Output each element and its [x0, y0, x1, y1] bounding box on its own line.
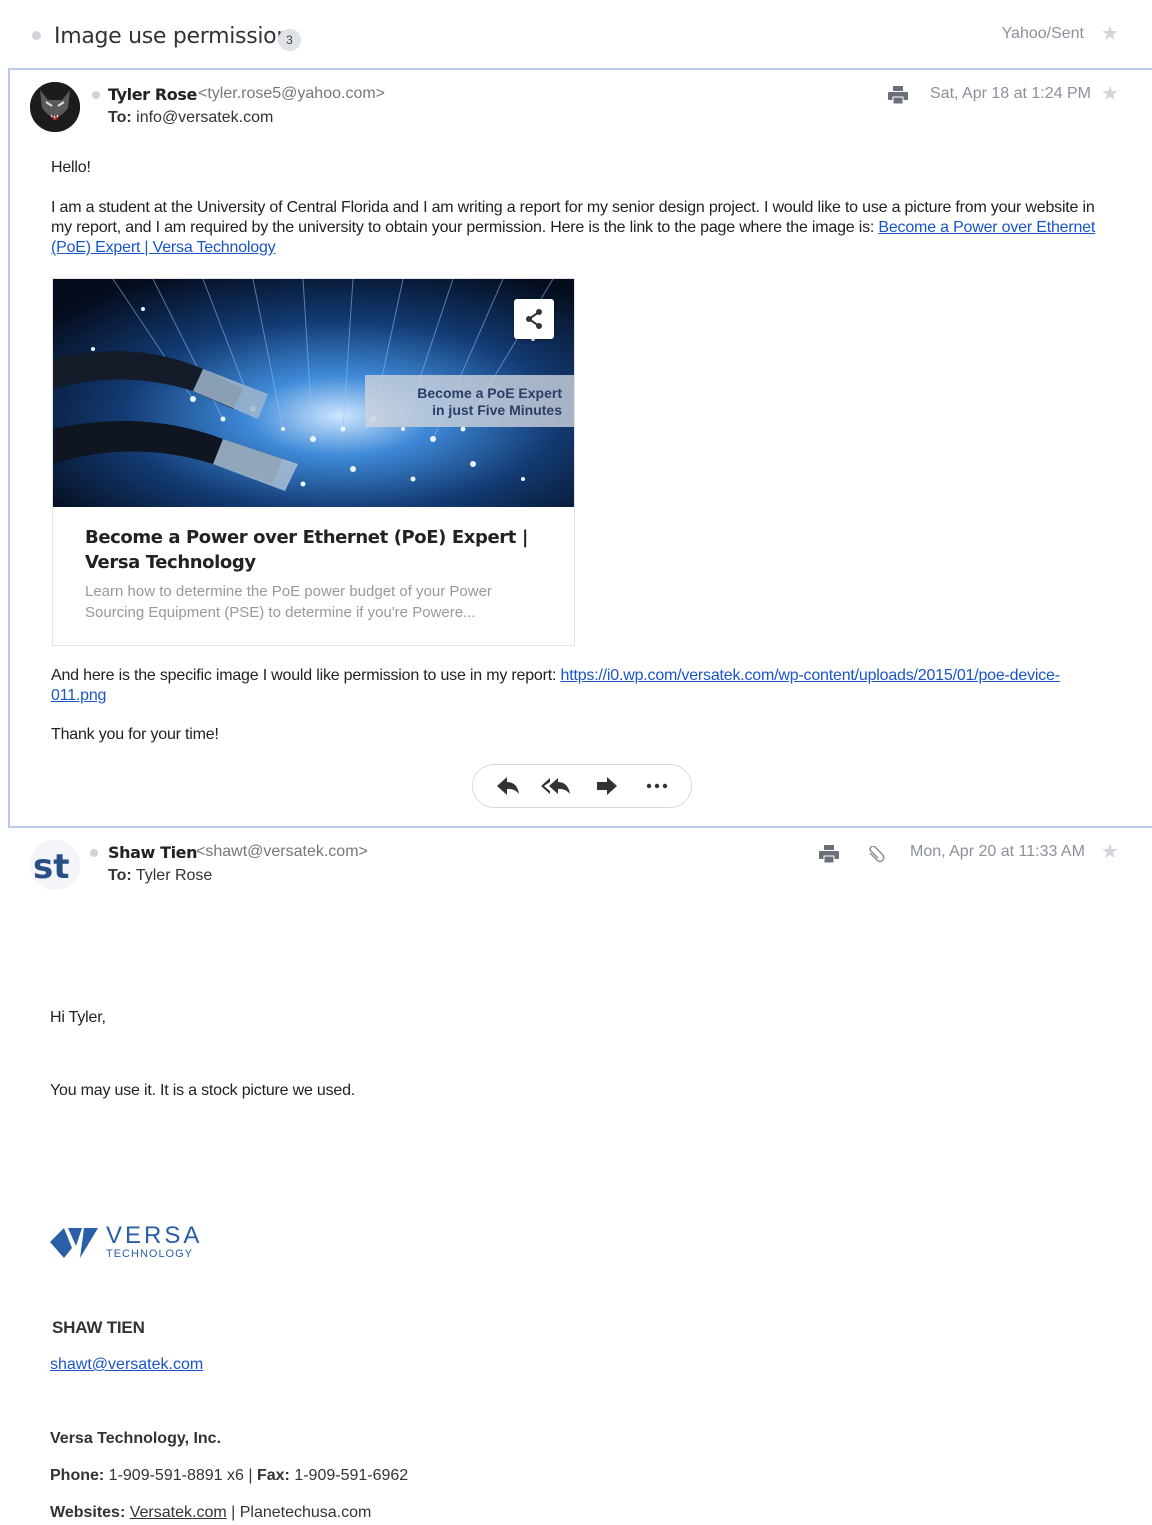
preview-title[interactable]: Become a Power over Ethernet (PoE) Exper… [85, 525, 545, 575]
paragraph-text: And here is the specific image I would l… [51, 667, 557, 684]
wolf-avatar-image [30, 82, 80, 132]
ellipsis-icon [646, 783, 668, 789]
phone-label: Phone: [50, 1467, 105, 1484]
star-icon[interactable]: ★ [1100, 842, 1120, 862]
logo-wordmark: VERSA [106, 1222, 203, 1249]
more-options-button[interactable] [637, 765, 677, 807]
star-icon[interactable]: ★ [1100, 84, 1120, 104]
message-action-bar [472, 764, 692, 808]
to-label: To: [108, 867, 132, 884]
recipient-name: Tyler Rose [135, 867, 213, 884]
svg-text:st: st [33, 847, 70, 887]
website-planetechusa: Planetechusa.com [239, 1504, 372, 1521]
websites-label: Websites: [50, 1504, 126, 1521]
st-logo-avatar: st [30, 840, 80, 890]
sender-name[interactable]: Tyler Rose [108, 85, 197, 104]
website-link-versatek[interactable]: Versatek.com [130, 1504, 227, 1521]
message-date: Sat, Apr 18 at 1:24 PM [930, 85, 1091, 102]
to-label: To: [108, 109, 132, 126]
forward-icon [597, 777, 617, 795]
print-icon[interactable] [819, 845, 839, 864]
phone-value: 1-909-591-8891 x6 [108, 1467, 244, 1484]
recipient-line: To: Tyler Rose [108, 867, 212, 885]
share-button[interactable] [514, 299, 554, 339]
presence-indicator [90, 849, 98, 857]
thread-header: Image use permission 3 Yahoo/Sent ★ [0, 0, 1152, 68]
preview-image[interactable]: Become a PoE Expert in just Five Minutes [53, 279, 574, 507]
banner-line-1: Become a PoE Expert [417, 385, 562, 401]
reply-all-icon [541, 778, 570, 794]
sender-email: <shawt@versatek.com> [196, 843, 368, 860]
preview-description: Learn how to determine the PoE power bud… [85, 583, 492, 621]
forward-button[interactable] [587, 765, 627, 807]
versa-technology-logo: VERSA TECHNOLOGY [50, 1222, 220, 1264]
sender-avatar [30, 82, 80, 132]
attachment-icon[interactable] [866, 845, 886, 864]
fax-label: Fax: [256, 1467, 290, 1484]
logo-subtext: TECHNOLOGY [106, 1248, 194, 1260]
message-count-badge: 3 [278, 29, 301, 51]
message-shaw-tien[interactable]: st Shaw Tien <shawt@versatek.com> To: Ty… [0, 828, 1152, 1525]
separator: | [231, 1504, 236, 1521]
sender-name[interactable]: Shaw Tien [108, 843, 198, 862]
unread-indicator [32, 31, 41, 40]
recipient-email: info@versatek.com [136, 109, 274, 126]
link-preview-card[interactable]: Become a PoE Expert in just Five Minutes… [52, 278, 575, 646]
image-banner-text: Become a PoE Expert in just Five Minutes [365, 375, 574, 427]
sender-email: <tyler.rose5@yahoo.com> [198, 85, 386, 102]
greeting: Hi Tyler, [50, 1009, 106, 1026]
body-paragraph-2: And here is the specific image I would l… [51, 666, 1111, 706]
signature-websites: Websites: Versatek.com | Planetechusa.co… [50, 1504, 371, 1522]
sender-avatar: st [30, 840, 80, 890]
greeting: Hello! [51, 159, 91, 176]
closing-line: Thank you for your time! [51, 726, 219, 743]
signature-name: SHAW TIEN [52, 1318, 145, 1337]
body-paragraph: You may use it. It is a stock picture we… [50, 1082, 356, 1099]
banner-line-2: in just Five Minutes [432, 402, 562, 418]
body-paragraph: I am a student at the University of Cent… [51, 198, 1101, 258]
signature-phone-fax: Phone: 1-909-591-8891 x6 | Fax: 1-909-59… [50, 1467, 408, 1485]
fax-value: 1-909-591-6962 [294, 1467, 409, 1484]
folder-label[interactable]: Yahoo/Sent [1002, 25, 1084, 43]
signature-email-link[interactable]: shawt@versatek.com [50, 1356, 203, 1374]
message-tyler-rose[interactable]: Tyler Rose <tyler.rose5@yahoo.com> To: i… [8, 68, 1152, 828]
reply-icon [497, 777, 519, 795]
signature-company: Versa Technology, Inc. [50, 1430, 222, 1447]
presence-indicator [92, 91, 100, 99]
separator: | [248, 1467, 253, 1484]
reply-all-button[interactable] [537, 765, 577, 807]
thread-subject: Image use permission [54, 24, 290, 49]
share-icon [526, 309, 542, 329]
recipient-line: To: info@versatek.com [108, 109, 273, 127]
star-icon[interactable]: ★ [1100, 24, 1120, 44]
reply-button[interactable] [487, 765, 527, 807]
message-date: Mon, Apr 20 at 11:33 AM [910, 843, 1085, 860]
print-icon[interactable] [888, 86, 908, 105]
